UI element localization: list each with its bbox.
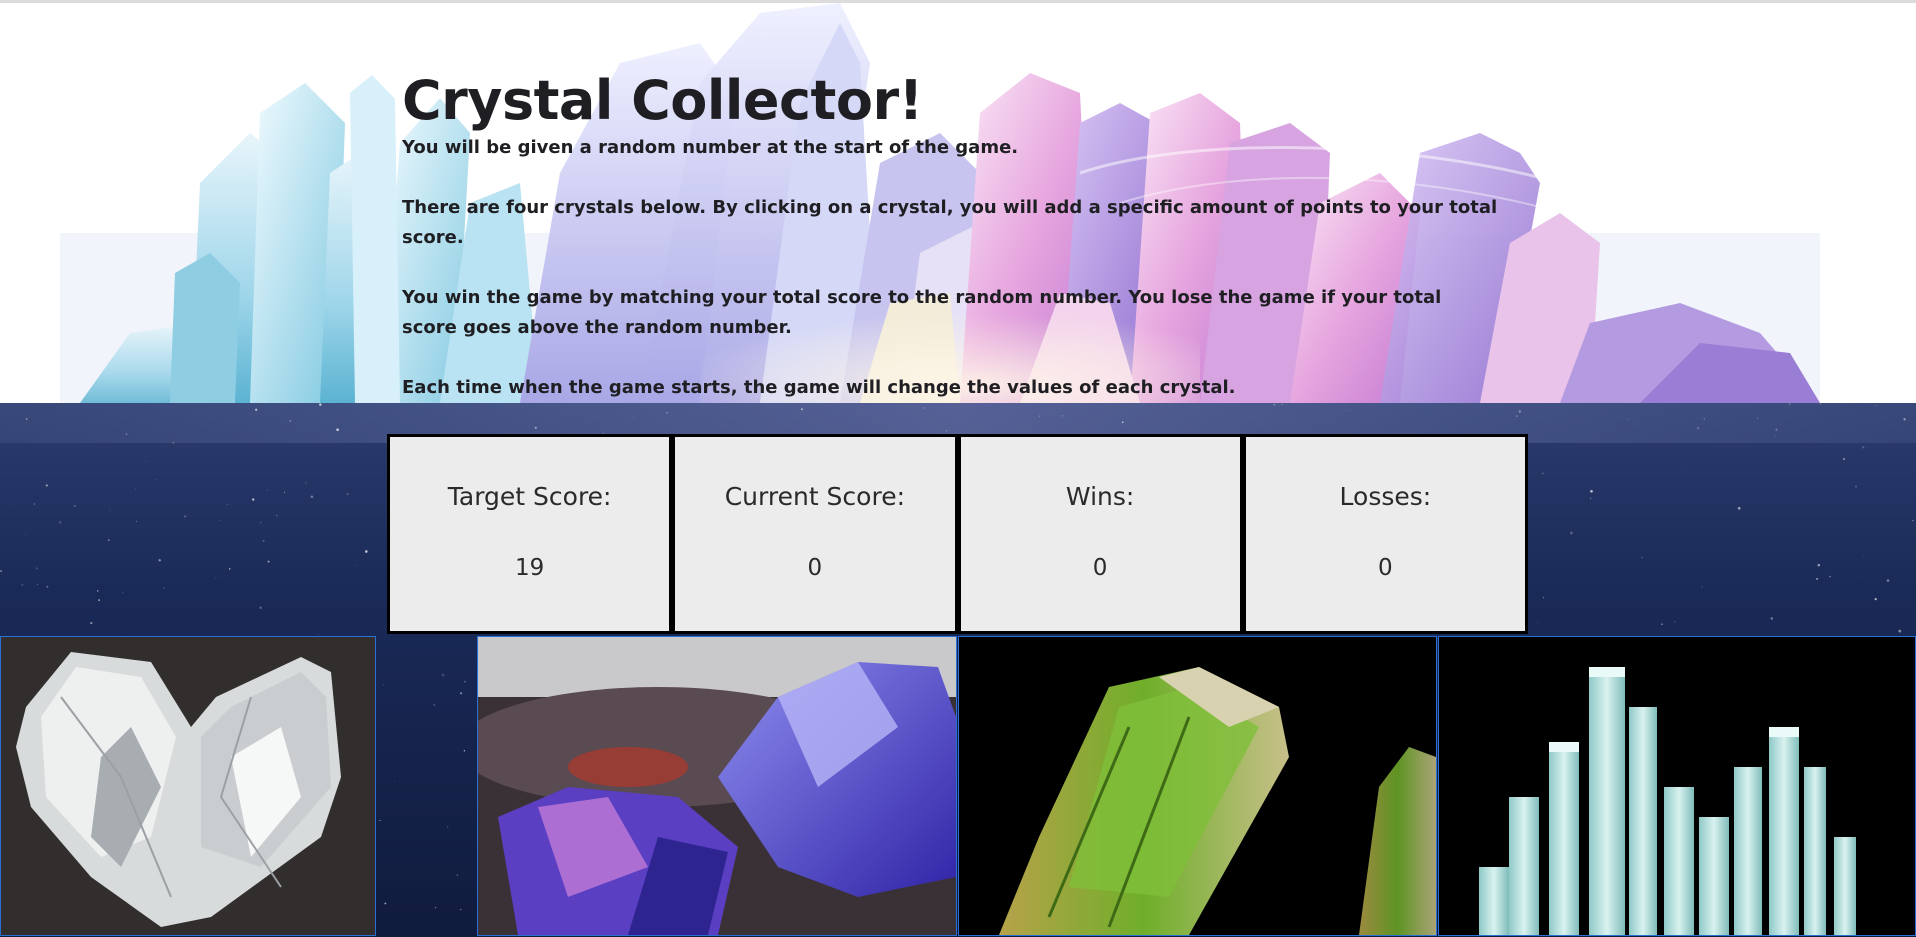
scoreboard: Target Score: 19 Current Score: 0 Wins: … <box>387 434 1528 634</box>
crystal-button-4[interactable] <box>1438 636 1916 936</box>
wins-box: Wins: 0 <box>957 434 1243 634</box>
blue-tanzanite-crystal-icon <box>478 637 956 935</box>
losses-box: Losses: 0 <box>1242 434 1528 634</box>
instruction-paragraph: Each time when the game starts, the game… <box>402 377 1236 398</box>
green-tourmaline-crystal-icon <box>959 637 1436 935</box>
target-score-box: Target Score: 19 <box>387 434 673 634</box>
instruction-paragraph: You win the game by matching your total … <box>402 287 1442 338</box>
instruction-paragraph: There are four crystals below. By clicki… <box>402 197 1498 248</box>
clear-quartz-crystal-icon <box>1 637 375 935</box>
instruction-paragraph: You will be given a random number at the… <box>402 137 1019 158</box>
crystal-button-3[interactable] <box>958 636 1437 936</box>
target-score-label: Target Score: <box>447 482 612 511</box>
aquamarine-cluster-crystal-icon <box>1439 637 1915 935</box>
wins-label: Wins: <box>1065 482 1135 511</box>
header-banner: Crystal Collector! You will be given a r… <box>0 3 1916 403</box>
intro-text: Crystal Collector! You will be given a r… <box>402 69 1502 403</box>
current-score-label: Current Score: <box>724 482 906 511</box>
losses-value: 0 <box>1378 555 1393 581</box>
target-score-value: 19 <box>514 555 545 581</box>
current-score-box: Current Score: 0 <box>672 434 958 634</box>
page-title: Crystal Collector! <box>402 69 923 132</box>
crystal-button-1[interactable] <box>0 636 376 936</box>
losses-label: Losses: <box>1339 482 1432 511</box>
current-score-value: 0 <box>807 555 823 581</box>
crystal-button-2[interactable] <box>477 636 957 936</box>
wins-value: 0 <box>1092 555 1108 581</box>
